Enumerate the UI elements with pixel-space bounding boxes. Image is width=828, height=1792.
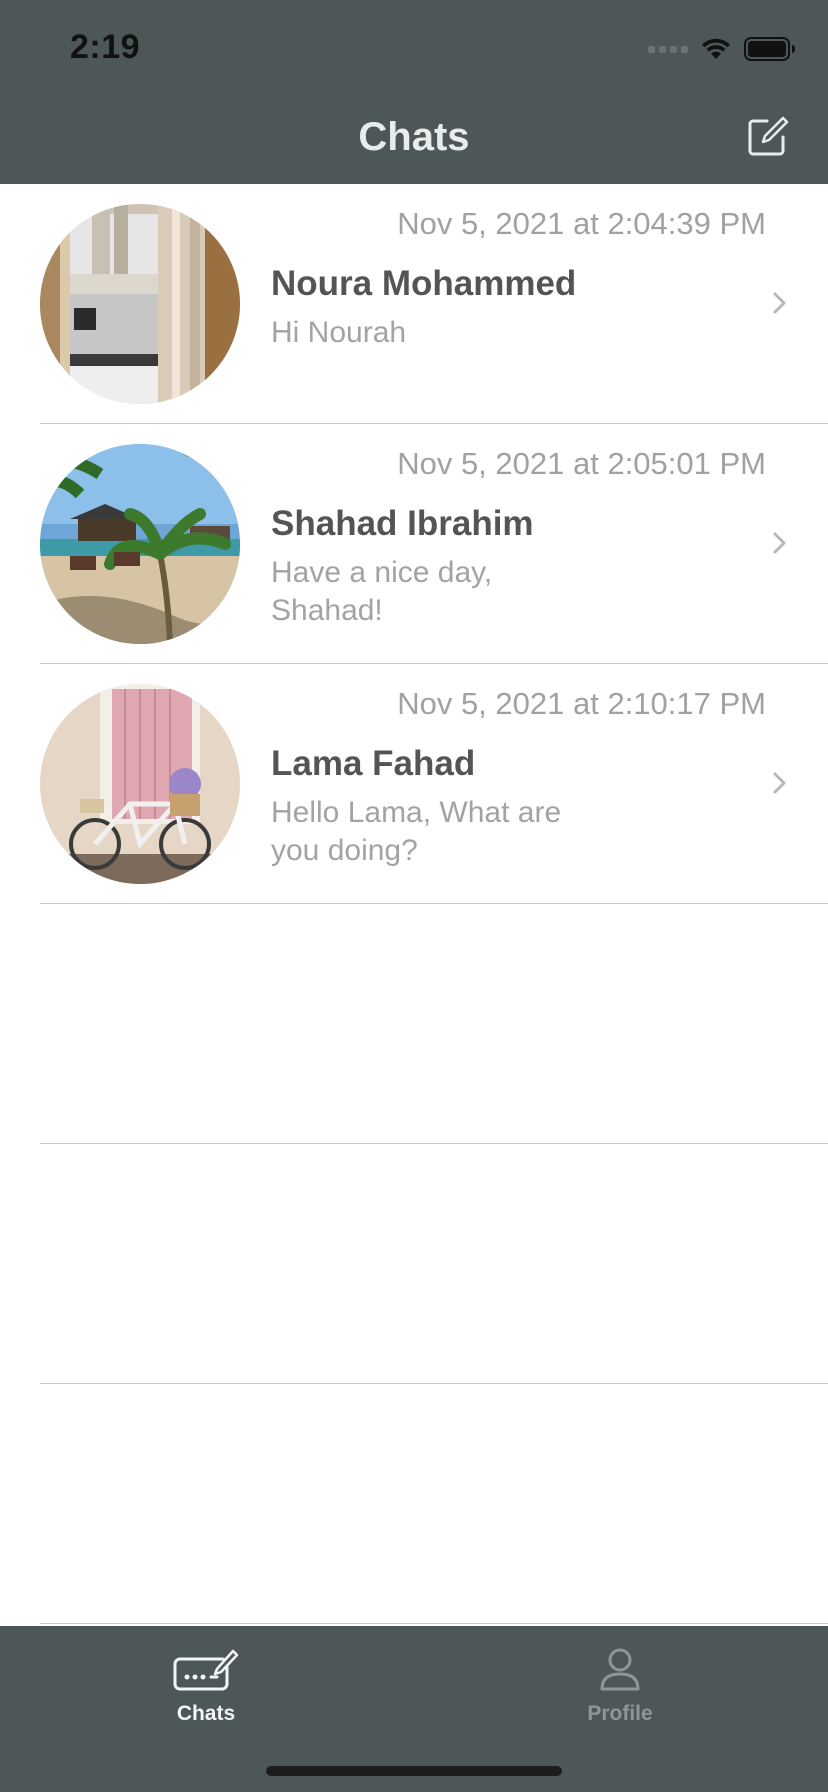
- wifi-icon: [702, 38, 730, 59]
- avatar-window-view-image: [40, 204, 240, 404]
- contact-name: Lama Fahad: [271, 744, 476, 783]
- page-title: Chats: [358, 115, 470, 159]
- contact-name: Noura Mohammed: [271, 264, 577, 303]
- avatar-beach-image: [40, 444, 240, 644]
- tab-profile[interactable]: Profile: [540, 1646, 700, 1746]
- compose-icon: [748, 116, 789, 156]
- status-time: 2:19: [70, 28, 141, 66]
- avatar: [40, 444, 240, 644]
- chat-row[interactable]: Nov 5, 2021 at 2:10:17 PM Lama Fahad Hel…: [0, 664, 828, 904]
- chevron-right-icon: [773, 772, 786, 794]
- tab-label: Profile: [587, 1702, 653, 1725]
- avatar: [40, 204, 240, 404]
- chat-keyboard-icon: [171, 1646, 241, 1692]
- last-message: Hello Lama, What are you doing?: [271, 796, 562, 867]
- chats-screen: 2:19 Chats Nov 5, 2021 at 2:04:39 PM Nou…: [0, 0, 828, 1792]
- chat-timestamp: Nov 5, 2021 at 2:04:39 PM: [397, 206, 766, 241]
- chat-list: Nov 5, 2021 at 2:04:39 PM Noura Mohammed…: [0, 184, 828, 1624]
- chat-timestamp: Nov 5, 2021 at 2:10:17 PM: [397, 686, 766, 721]
- empty-row: [0, 1384, 828, 1624]
- navigation-bar: 2:19 Chats: [0, 0, 828, 184]
- person-icon: [585, 1646, 655, 1692]
- avatar-bicycle-door-image: [40, 684, 240, 884]
- empty-row: [0, 904, 828, 1144]
- chevron-right-icon: [773, 292, 786, 314]
- last-message: Have a nice day, Shahad!: [271, 556, 493, 627]
- empty-row: [0, 1144, 828, 1384]
- chat-row[interactable]: Nov 5, 2021 at 2:04:39 PM Noura Mohammed…: [0, 184, 828, 424]
- chat-row[interactable]: Nov 5, 2021 at 2:05:01 PM Shahad Ibrahim…: [0, 424, 828, 664]
- battery-icon: [744, 37, 795, 61]
- compose-button[interactable]: [744, 114, 790, 160]
- tab-label: Chats: [176, 1702, 236, 1725]
- tab-chats[interactable]: Chats: [126, 1646, 286, 1746]
- chevron-right-icon: [773, 532, 786, 554]
- row-separator: [40, 1623, 828, 1624]
- avatar: [40, 684, 240, 884]
- contact-name: Shahad Ibrahim: [271, 504, 534, 543]
- status-indicators: [648, 36, 796, 62]
- last-message: Hi Nourah: [271, 316, 407, 349]
- cellular-signal-icon: [648, 45, 688, 53]
- home-indicator: [266, 1766, 562, 1776]
- chat-timestamp: Nov 5, 2021 at 2:05:01 PM: [397, 446, 766, 481]
